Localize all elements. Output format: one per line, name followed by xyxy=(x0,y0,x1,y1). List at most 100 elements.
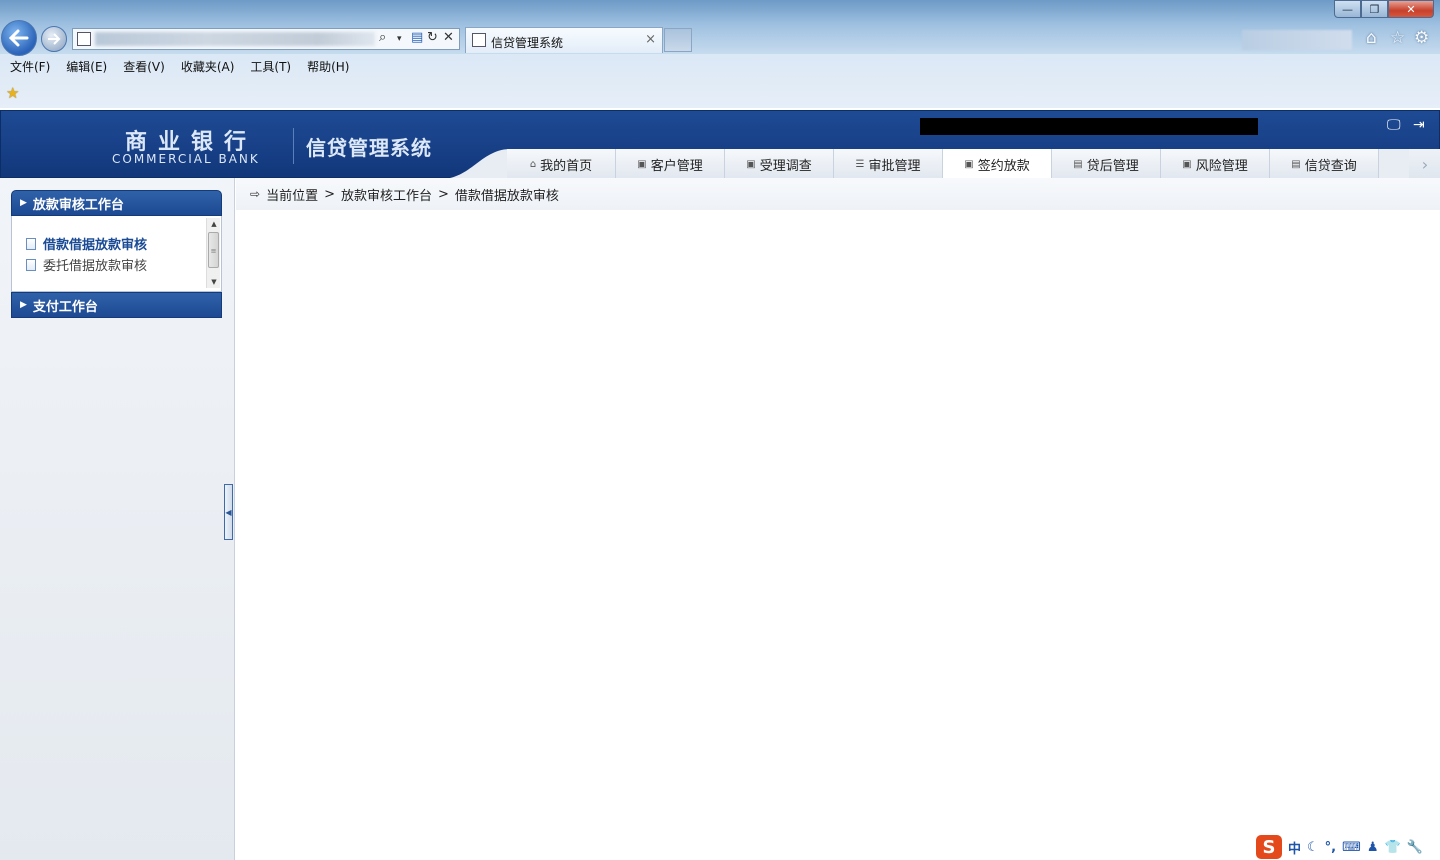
compatibility-view-icon[interactable]: ▤ xyxy=(411,30,423,45)
panel-title: 放款审核工作台 xyxy=(32,197,124,213)
scroll-thumb[interactable]: ≡ xyxy=(208,232,219,268)
main-content-area xyxy=(236,210,1438,858)
nav-tab-label: 签约放款 xyxy=(977,158,1030,174)
nav-tab-6[interactable]: ▣ 风险管理 xyxy=(1161,149,1270,179)
dropdown-arrow-icon[interactable]: ▾ xyxy=(397,34,402,44)
app-header: 商业银行 COMMERCIAL BANK 信贷管理系统 🖵 ⇥ ⌂ 我的首页 ▣ 客户… xyxy=(0,110,1440,179)
nav-tab-label: 风险管理 xyxy=(1195,158,1248,174)
scroll-up-icon[interactable]: ▲ xyxy=(207,218,221,230)
ime-halfwidth-icon[interactable]: ☾ xyxy=(1307,840,1319,855)
menu-file[interactable]: 文件(F) xyxy=(10,56,50,78)
caret-right-icon: ▶ xyxy=(20,198,27,208)
favorites-bar: ★ xyxy=(0,82,1440,106)
forward-button[interactable] xyxy=(41,26,67,52)
system-name: 信贷管理系统 xyxy=(306,136,432,160)
list-icon: ☰ xyxy=(855,158,865,170)
nav-tab-label: 受理调查 xyxy=(759,158,812,174)
browser-tab[interactable]: 信贷管理系统 × xyxy=(465,27,663,53)
monitor-icon[interactable]: 🖵 xyxy=(1387,117,1401,133)
menu-help[interactable]: 帮助(H) xyxy=(307,56,349,78)
scroll-down-icon[interactable]: ▼ xyxy=(207,276,221,288)
window-controls: — ❐ ✕ xyxy=(1334,0,1434,18)
browser-chrome: ⌕ ▾ ▤ ↻ ✕ 信贷管理系统 × — ❐ ✕ ⌂ ☆ ⚙ 文件(F) 编辑(… xyxy=(0,0,1440,108)
stop-icon[interactable]: ✕ xyxy=(443,30,454,45)
back-button[interactable] xyxy=(1,20,37,56)
tab-close-icon[interactable]: × xyxy=(645,32,656,47)
nav-tab-label: 审批管理 xyxy=(868,158,921,174)
address-url-redacted xyxy=(95,32,375,46)
address-bar[interactable]: ⌕ ▾ ▤ ↻ ✕ xyxy=(72,28,460,50)
panel-body-loan-audit: 借款借据放款审核 委托借据放款审核 ▲ ≡ ▼ xyxy=(11,216,222,292)
browser-menubar: 文件(F) 编辑(E) 查看(V) 收藏夹(A) 工具(T) 帮助(H) xyxy=(0,56,365,78)
refresh-icon[interactable]: ↻ xyxy=(427,30,438,45)
sidebar-item-label: 委托借据放款审核 xyxy=(43,259,148,274)
ime-logo-icon[interactable]: S xyxy=(1256,835,1282,859)
browser-tab-title: 信贷管理系统 xyxy=(491,36,564,50)
ime-mode-chinese[interactable]: 中 xyxy=(1288,838,1301,857)
back-arrow-icon xyxy=(9,29,29,47)
ime-keyboard-icon[interactable]: ⌨ xyxy=(1342,840,1361,855)
sidebar-collapse-handle[interactable]: ◀ xyxy=(224,484,233,540)
header-divider xyxy=(293,128,294,164)
bank-logo-en: COMMERCIAL BANK xyxy=(112,152,260,166)
survey-icon: ▣ xyxy=(746,158,756,170)
new-tab-button[interactable] xyxy=(664,28,692,52)
nav-tab-label: 贷后管理 xyxy=(1086,158,1139,174)
ime-toolbar: S 中 ☾ °, ⌨ ♟ 👕 🔧 xyxy=(1256,834,1440,860)
nav-tab-7[interactable]: ▤ 信贷查询 xyxy=(1270,149,1379,179)
breadcrumb-label: 当前位置 xyxy=(266,188,319,204)
panel-scrollbar[interactable]: ▲ ≡ ▼ xyxy=(206,218,220,288)
ime-punctuation-icon[interactable]: °, xyxy=(1325,840,1336,855)
main-nav-tabs: ⌂ 我的首页 ▣ 客户管理 ▣ 受理调查 ☰ 审批管理 ▣ 签约放款 ▤ 贷后管理 ▣ 风险管理 ▤ 信贷查询 xyxy=(507,149,1379,179)
query-icon: ▤ xyxy=(1291,158,1301,170)
tab-scroll-right-icon[interactable]: › xyxy=(1409,149,1440,179)
forward-arrow-icon xyxy=(48,33,61,45)
ime-tools-icon[interactable]: 🔧 xyxy=(1407,840,1423,855)
document-icon xyxy=(26,237,36,250)
location-icon: ⇨ xyxy=(250,187,261,201)
document-icon xyxy=(26,258,36,271)
menu-view[interactable]: 查看(V) xyxy=(123,56,165,78)
customer-icon: ▣ xyxy=(637,158,647,170)
sidebar: ▶ 放款审核工作台 借款借据放款审核 委托借据放款审核 ▲ ≡ ▼ ▶ 支付工作… xyxy=(0,178,235,860)
nav-tab-5[interactable]: ▤ 贷后管理 xyxy=(1052,149,1161,179)
redacted-user-info xyxy=(920,118,1258,135)
add-favorite-star-icon[interactable]: ★ xyxy=(6,84,19,102)
risk-icon: ▣ xyxy=(1182,158,1192,170)
sidebar-item-loan-audit[interactable]: 借款借据放款审核 xyxy=(26,234,147,253)
panel-title: 支付工作台 xyxy=(32,299,98,315)
tab-favicon-icon xyxy=(472,33,486,47)
nav-tab-1[interactable]: ▣ 客户管理 xyxy=(616,149,725,179)
panel-header-loan-audit[interactable]: ▶ 放款审核工作台 xyxy=(11,190,222,216)
sidebar-item-trust-audit[interactable]: 委托借据放款审核 xyxy=(26,255,147,274)
logout-icon[interactable]: ⇥ xyxy=(1413,117,1425,133)
contract-icon: ▣ xyxy=(964,158,974,170)
sidebar-item-label: 借款借据放款审核 xyxy=(43,238,148,253)
nav-tab-2[interactable]: ▣ 受理调查 xyxy=(725,149,834,179)
breadcrumb: ⇨ 当前位置 > 放款审核工作台 > 借款借据放款审核 xyxy=(236,178,1440,210)
ime-user-icon[interactable]: ♟ xyxy=(1367,840,1379,855)
ime-skin-icon[interactable]: 👕 xyxy=(1385,840,1401,855)
home-icon: ⌂ xyxy=(529,158,537,170)
minimize-button[interactable]: — xyxy=(1334,0,1361,18)
breadcrumb-item[interactable]: 放款审核工作台 xyxy=(341,185,432,204)
restore-button[interactable]: ❐ xyxy=(1361,0,1388,18)
blurred-toolbar-area xyxy=(1242,30,1352,50)
home-toolbar-icon[interactable]: ⌂ xyxy=(1366,28,1377,48)
breadcrumb-separator: > xyxy=(438,186,449,202)
close-window-button[interactable]: ✕ xyxy=(1388,0,1434,18)
nav-tab-label: 信贷查询 xyxy=(1304,158,1357,174)
menu-edit[interactable]: 编辑(E) xyxy=(66,56,107,78)
page-favicon-icon xyxy=(77,32,91,46)
menu-tools[interactable]: 工具(T) xyxy=(250,56,291,78)
panel-header-payment[interactable]: ▶ 支付工作台 xyxy=(11,292,222,318)
nav-tab-0[interactable]: ⌂ 我的首页 xyxy=(507,149,616,179)
nav-tab-label: 客户管理 xyxy=(650,158,703,174)
postloan-icon: ▤ xyxy=(1073,158,1083,170)
favorites-star-icon[interactable]: ☆ xyxy=(1390,28,1405,48)
search-icon[interactable]: ⌕ xyxy=(379,30,386,45)
nav-tab-4[interactable]: ▣ 签约放款 xyxy=(943,149,1052,179)
menu-favorites[interactable]: 收藏夹(A) xyxy=(181,56,235,78)
settings-gear-icon[interactable]: ⚙ xyxy=(1414,28,1429,48)
nav-tab-3[interactable]: ☰ 审批管理 xyxy=(834,149,943,179)
